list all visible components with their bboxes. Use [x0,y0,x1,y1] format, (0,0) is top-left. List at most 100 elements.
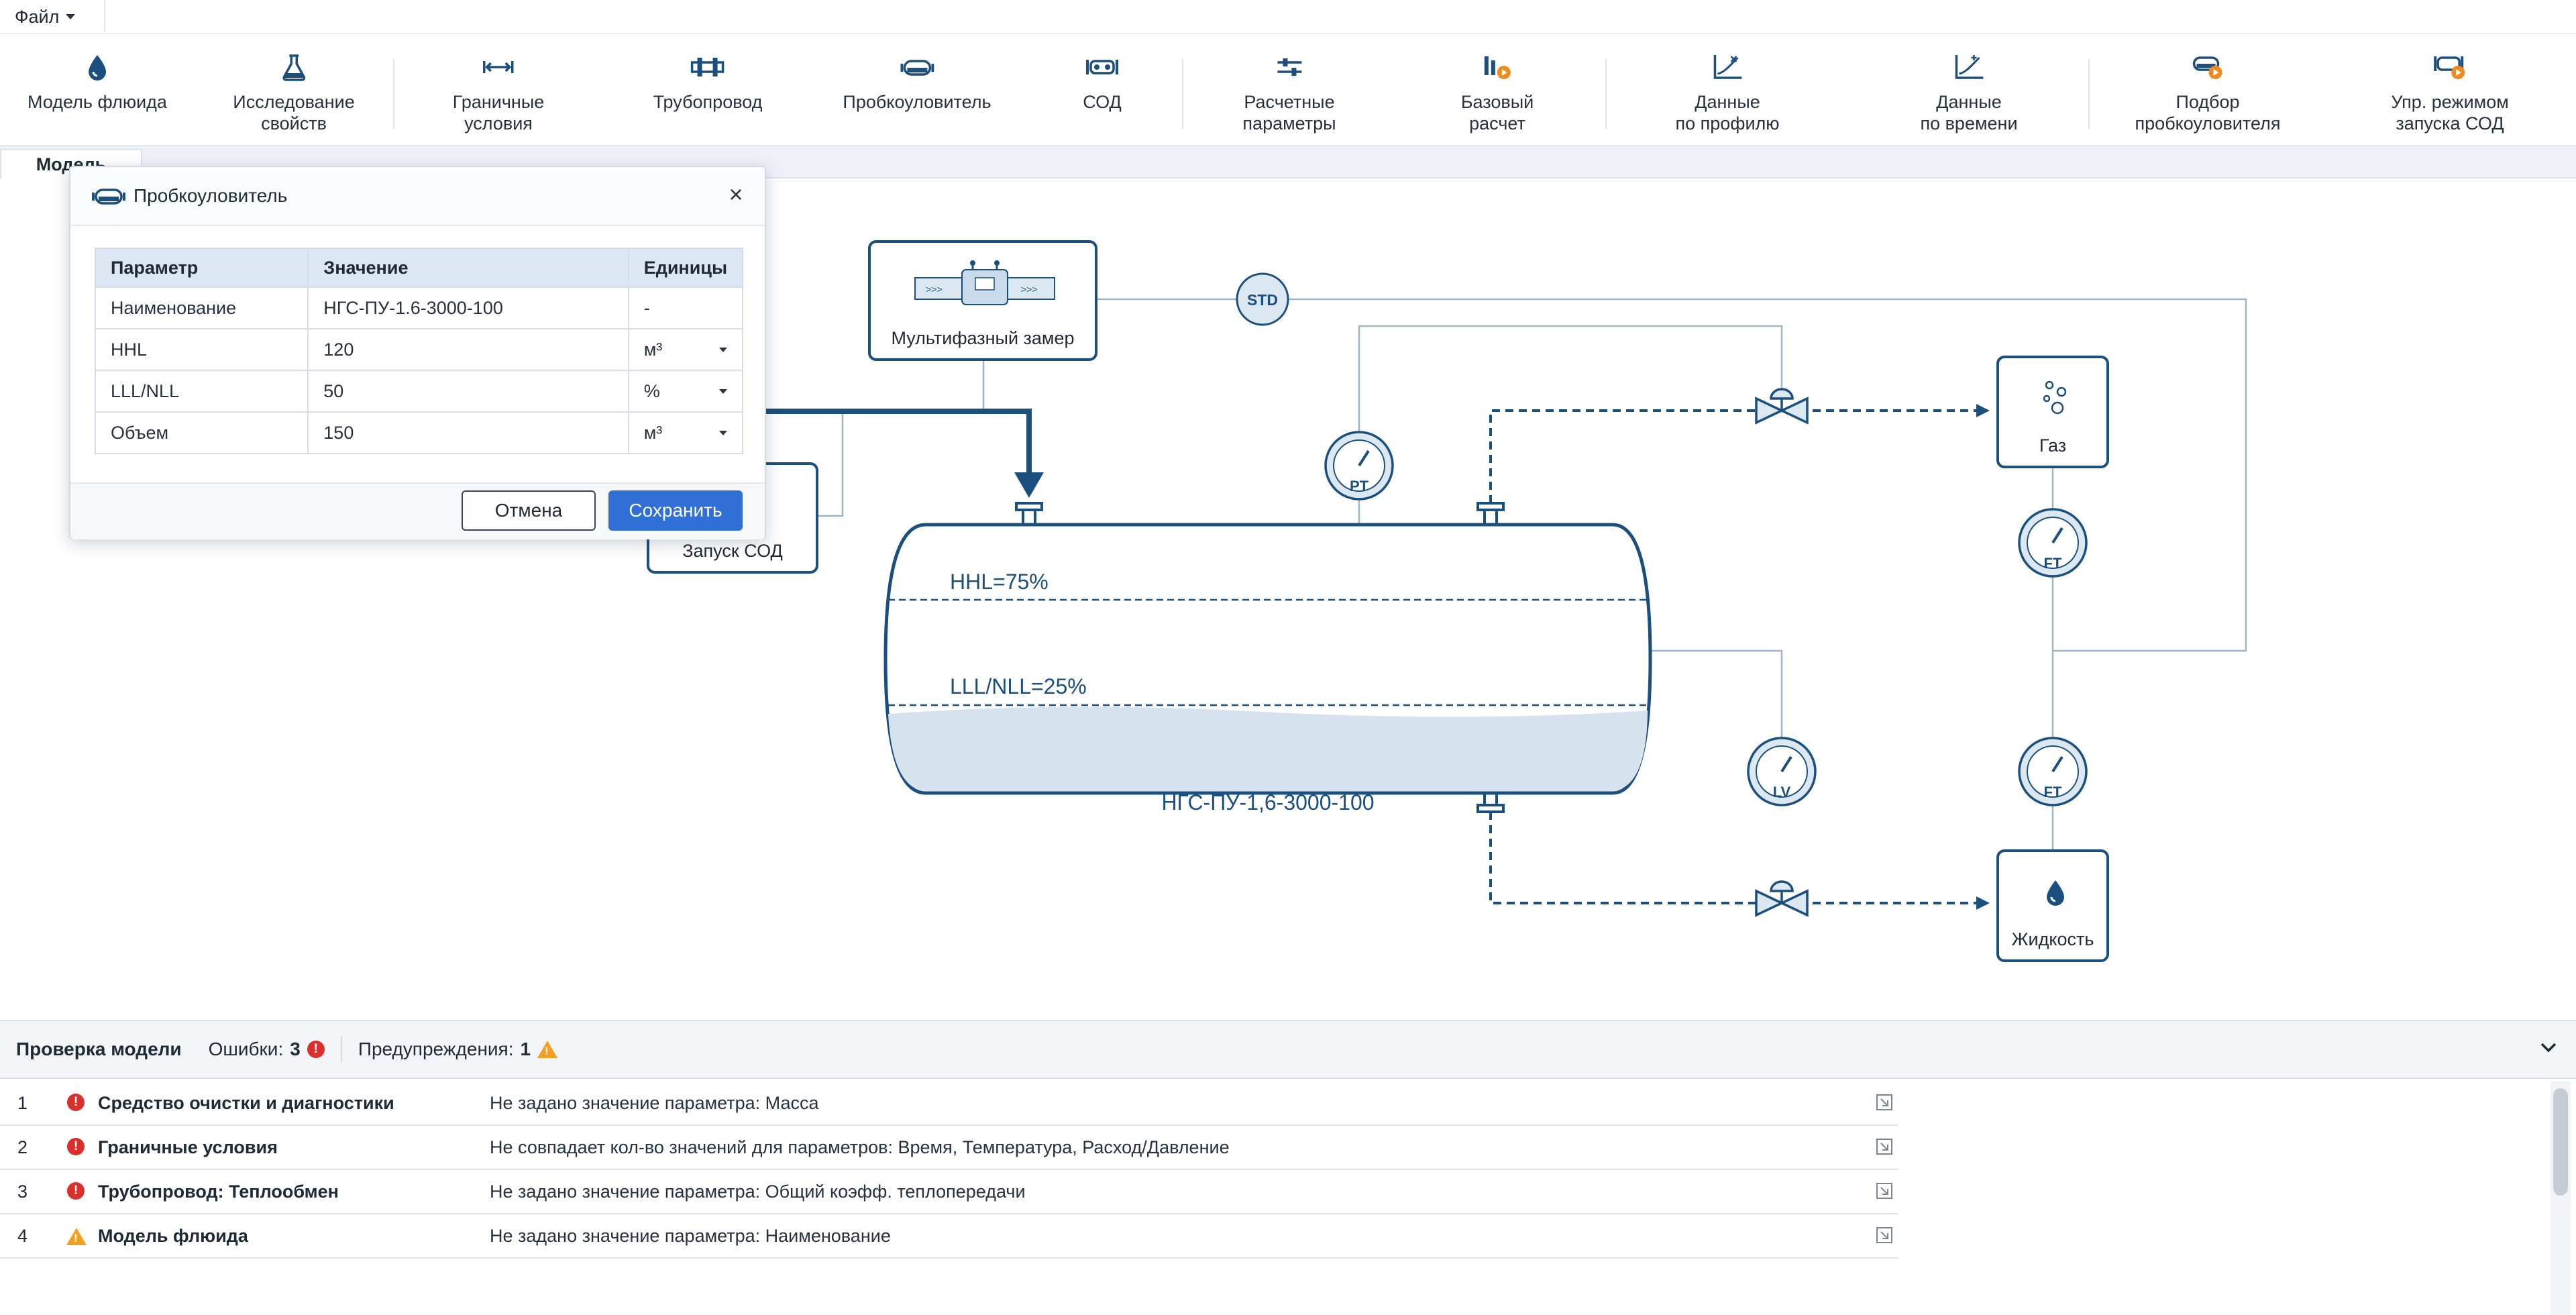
toolbar-label: СОД [1083,92,1122,112]
row-number: 3 [17,1181,28,1202]
param-name: LLL/NLL [94,370,309,413]
unit-select[interactable]: м³ [627,411,744,454]
error-icon: ! [67,1182,85,1200]
gas-outlet-node[interactable]: Газ [1996,356,2109,468]
toolbar-label: Расчетные параметры [1242,92,1336,134]
unit-value: м³ [643,339,663,360]
toolbar-label: Пробкоуловитель [843,92,991,112]
list-item[interactable]: 2 ! Граничные условия Не совпадает кол-в… [0,1126,1898,1170]
ribbon-toolbar: Модель флюида Исследование свойств Грани… [0,34,2576,146]
table-row: LLL/NLL 50 % [94,370,744,413]
param-value-input[interactable]: НГС-ПУ-1.6-3000-100 [307,286,629,329]
file-menu-label: Файл [15,6,60,27]
sliders-icon [1269,47,1309,87]
gas-label: Газ [2039,435,2067,456]
chevron-down-icon[interactable] [2538,1037,2559,1057]
param-name: Объем [94,411,309,454]
param-value-input[interactable]: 120 [307,328,629,371]
slug-catcher-dialog: Пробкоуловитель × Параметр Значение Един… [69,166,766,539]
toolbar-pig-launch-control[interactable]: Упр. режимом запуска СОД [2391,47,2509,134]
toolbar-divider [1182,59,1183,129]
toolbar-pig[interactable]: СОД [1082,47,1122,113]
ft-label: FT [2044,555,2062,572]
error-icon: ! [67,1094,85,1111]
toolbar-calc-parameters[interactable]: Расчетные параметры [1242,47,1336,134]
row-number: 1 [17,1092,28,1113]
menu-divider [104,0,105,32]
slug-catcher-icon [92,189,125,205]
feed-arrow-icon [1014,472,1044,498]
error-icon: ! [67,1138,85,1155]
gas-bubbles-icon [2043,380,2067,415]
param-name: HHL [94,328,309,371]
table-row: Объем 150 м³ [94,411,744,454]
slug-catcher-icon [897,47,937,87]
toolbar-label: Исследование свойств [233,92,355,134]
ft-label: FT [2044,784,2062,800]
multiphase-meter-node[interactable]: >>> >>> Мультифазный замер [868,240,1097,361]
pipeline-icon [688,47,728,87]
std-label: STD [1247,291,1278,309]
errors-counter: Ошибки: 3 ! [209,1039,325,1060]
liquid-label: Жидкость [2011,929,2094,949]
liquid-level [888,706,1648,791]
column-header-value: Значение [307,248,629,288]
base-calc-icon [1477,47,1517,87]
column-header-unit: Единицы [627,248,744,288]
toolbar-base-calculation[interactable]: Базовый расчет [1461,47,1534,134]
toolbar-pipeline[interactable]: Трубопровод [653,47,763,113]
chevron-down-icon [719,347,727,352]
param-value-input[interactable]: 50 [307,370,629,413]
file-menu[interactable]: Файл [15,4,76,30]
lll-label: LLL/NLL=25% [950,674,1087,698]
pig-launch-control-icon [2430,47,2470,87]
close-icon[interactable]: × [724,180,747,208]
open-link-icon[interactable] [1876,1182,1893,1200]
model-check-panel: Проверка модели Ошибки: 3 ! Предупрежден… [0,1020,2576,1315]
param-value-input[interactable]: 150 [307,411,629,454]
list-item[interactable]: 3 ! Трубопровод: Теплообмен Не задано зн… [0,1170,1898,1214]
ft-gauge-icon: FT [2018,508,2088,578]
droplet-icon [77,47,117,87]
list-item[interactable]: 1 ! Средство очистки и диагностики Не за… [0,1082,1898,1126]
open-link-icon[interactable] [1876,1094,1893,1111]
slug-catcher-select-icon [2188,47,2228,87]
toolbar-fluid-model[interactable]: Модель флюида [28,47,167,113]
toolbar-label: Упр. режимом запуска СОД [2391,92,2509,134]
chevron-down-icon [719,430,727,435]
toolbar-profile-data[interactable]: Данные по профилю [1675,47,1780,134]
droplet-icon [2047,880,2064,906]
list-item[interactable]: 4 ! Модель флюида Не задано значение пар… [0,1214,1898,1259]
unit-select[interactable]: % [627,370,744,413]
time-chart-icon [1949,47,1989,87]
warnings-counter: Предупреждения: 1 ! [358,1039,558,1060]
param-name: Наименование [94,286,309,329]
parameters-table: Параметр Значение Единицы Наименование Н… [94,248,744,454]
unit-select[interactable]: м³ [627,328,744,371]
multiphase-meter-label: Мультифазный замер [891,328,1075,348]
save-button[interactable]: Сохранить [608,490,743,531]
liquid-outlet-node[interactable]: Жидкость [1996,849,2109,962]
toolbar-label: Трубопровод [653,92,763,112]
toolbar-slug-catcher-selection[interactable]: Подбор пробкоуловителя [2135,47,2280,134]
gas-valve-icon [1755,388,1809,425]
arrow-right-icon [1976,896,1990,910]
liquid-valve-icon [1755,880,1809,917]
panel-title: Проверка модели [16,1039,182,1059]
toolbar-properties-study[interactable]: Исследование свойств [233,47,355,134]
open-link-icon[interactable] [1876,1138,1893,1155]
toolbar-time-data[interactable]: Данные по времени [1920,47,2018,134]
profile-chart-icon [1707,47,1748,87]
toolbar-label: Данные по времени [1920,92,2018,134]
unit-value: % [643,380,660,401]
errors-label: Ошибки: [208,1039,284,1059]
dialog-header: Пробкоуловитель × [70,167,765,226]
open-link-icon[interactable] [1876,1226,1893,1244]
column-header-param: Параметр [94,248,309,288]
cancel-button[interactable]: Отмена [462,490,596,531]
param-unit: - [627,286,744,329]
scrollbar-thumb[interactable] [2553,1088,2568,1196]
toolbar-slug-catcher[interactable]: Пробкоуловитель [843,47,991,113]
toolbar-boundary-conditions[interactable]: Граничные условия [453,47,544,134]
multiphase-meter-icon: >>> >>> [914,260,1055,305]
